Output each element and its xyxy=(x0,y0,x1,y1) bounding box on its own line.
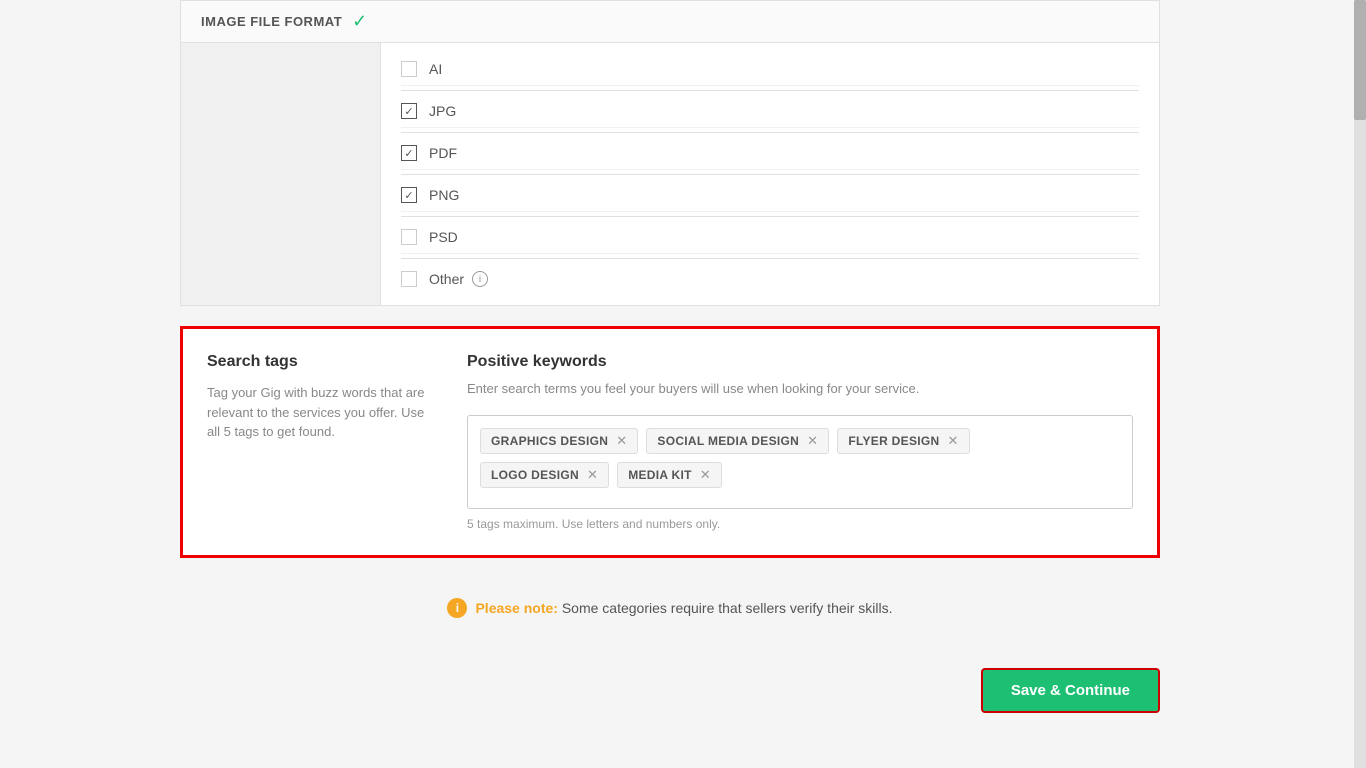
check-icon: ✓ xyxy=(352,11,367,32)
image-format-header: IMAGE FILE FORMAT ✓ xyxy=(181,1,1159,43)
format-content: AI JPG PDF xyxy=(181,43,1159,305)
tag-flyer-design: FLYER DESIGN ✕ xyxy=(837,428,969,454)
tag-label: FLYER DESIGN xyxy=(848,434,939,448)
image-format-title: IMAGE FILE FORMAT xyxy=(201,14,342,29)
format-option-psd: PSD xyxy=(401,221,1139,254)
format-option-jpg: JPG xyxy=(401,95,1139,128)
image-file-format-section: IMAGE FILE FORMAT ✓ AI JPG xyxy=(180,0,1160,306)
format-label-pdf: PDF xyxy=(429,145,457,161)
format-label-png: PNG xyxy=(429,187,459,203)
tag-social-media-design: SOCIAL MEDIA DESIGN ✕ xyxy=(646,428,829,454)
format-label-other: Other xyxy=(429,271,464,287)
tags-row-1: GRAPHICS DESIGN ✕ SOCIAL MEDIA DESIGN ✕ … xyxy=(480,428,1120,454)
tag-graphics-design: GRAPHICS DESIGN ✕ xyxy=(480,428,638,454)
tag-label: SOCIAL MEDIA DESIGN xyxy=(657,434,799,448)
checkbox-png[interactable] xyxy=(401,187,417,203)
tag-remove-flyer-design[interactable]: ✕ xyxy=(948,433,959,449)
tags-right: Positive keywords Enter search terms you… xyxy=(467,353,1133,531)
tag-label: GRAPHICS DESIGN xyxy=(491,434,608,448)
checkbox-other[interactable] xyxy=(401,271,417,287)
tag-logo-design: LOGO DESIGN ✕ xyxy=(480,462,609,488)
please-note-text: Please note: Some categories require tha… xyxy=(475,600,892,616)
other-info-icon[interactable]: i xyxy=(472,271,488,287)
format-option-ai: AI xyxy=(401,53,1139,86)
tag-remove-logo-design[interactable]: ✕ xyxy=(587,467,598,483)
format-preview xyxy=(181,43,381,305)
positive-keywords-title: Positive keywords xyxy=(467,353,1133,371)
format-options: AI JPG PDF xyxy=(381,43,1159,305)
info-circle-icon: i xyxy=(447,598,467,618)
format-label-psd: PSD xyxy=(429,229,458,245)
please-note-label: Please note: xyxy=(475,600,557,616)
search-tags-title: Search tags xyxy=(207,353,427,371)
checkbox-pdf[interactable] xyxy=(401,145,417,161)
tags-row-2: LOGO DESIGN ✕ MEDIA KIT ✕ xyxy=(480,462,1120,488)
checkbox-jpg[interactable] xyxy=(401,103,417,119)
save-continue-button[interactable]: Save & Continue xyxy=(981,668,1160,713)
tag-media-kit: MEDIA KIT ✕ xyxy=(617,462,722,488)
footer-actions: Save & Continue xyxy=(180,658,1160,723)
tags-hint: 5 tags maximum. Use letters and numbers … xyxy=(467,517,1133,531)
tag-remove-social-media-design[interactable]: ✕ xyxy=(807,433,818,449)
checkbox-ai[interactable] xyxy=(401,61,417,77)
format-label-ai: AI xyxy=(429,61,442,77)
scrollbar[interactable] xyxy=(1354,0,1366,768)
positive-keywords-desc: Enter search terms you feel your buyers … xyxy=(467,379,1133,399)
tag-label: LOGO DESIGN xyxy=(491,468,579,482)
tag-label: MEDIA KIT xyxy=(628,468,692,482)
please-note-body: Some categories require that sellers ver… xyxy=(562,600,893,616)
search-tags-section: Search tags Tag your Gig with buzz words… xyxy=(180,326,1160,558)
search-tags-description: Tag your Gig with buzz words that are re… xyxy=(207,383,427,442)
tag-remove-graphics-design[interactable]: ✕ xyxy=(616,433,627,449)
format-option-pdf: PDF xyxy=(401,137,1139,170)
format-option-other: Other i xyxy=(401,263,1139,295)
tags-input-area[interactable]: GRAPHICS DESIGN ✕ SOCIAL MEDIA DESIGN ✕ … xyxy=(467,415,1133,509)
checkbox-psd[interactable] xyxy=(401,229,417,245)
format-label-jpg: JPG xyxy=(429,103,456,119)
please-note-section: i Please note: Some categories require t… xyxy=(180,582,1160,634)
tag-remove-media-kit[interactable]: ✕ xyxy=(700,467,711,483)
tags-left: Search tags Tag your Gig with buzz words… xyxy=(207,353,427,531)
scrollbar-thumb[interactable] xyxy=(1354,0,1366,120)
format-option-png: PNG xyxy=(401,179,1139,212)
